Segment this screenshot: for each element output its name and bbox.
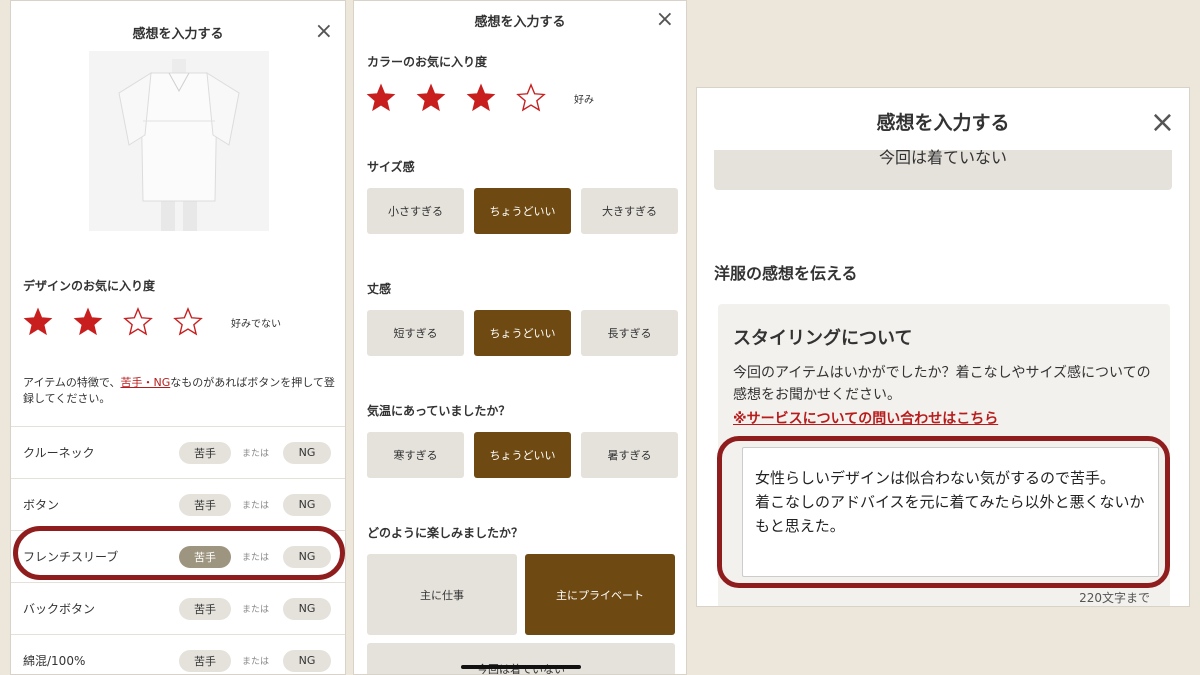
service-inquiry-link[interactable]: ※サービスについての問い合わせはこちら [733, 408, 998, 428]
nigate-button[interactable]: 苦手 [179, 441, 231, 464]
design-rating-label: デザインのお気に入り度 [23, 279, 156, 293]
feature-row: 綿混/100% 苦手 または NG [11, 635, 345, 674]
review-panel-fit: 感想を入力する × カラーのお気に入り度 好み サイズ感 小さすぎる ちょうどいい… [353, 0, 687, 675]
ng-button[interactable]: NG [283, 493, 331, 516]
review-panel-design: 感想を入力する × デザインのお気に入り度 好みでない アイテムの特徴で、苦手・… [10, 0, 346, 675]
home-indicator [461, 665, 581, 669]
length-option-button[interactable]: 長すぎる [581, 310, 678, 356]
not-worn-button[interactable]: 今回は着ていない [367, 643, 675, 674]
close-icon[interactable]: × [656, 9, 674, 31]
length-label: 丈感 [367, 282, 392, 296]
modal-title: 感想を入力する [132, 27, 224, 42]
color-rating-label: カラーのお気に入り度 [367, 55, 488, 69]
or-text: または [242, 501, 270, 511]
styling-card: スタイリングについて 今回のアイテムはいかがでしたか？着こなしやサイズ感について… [718, 304, 1170, 606]
star-filled-icon[interactable] [73, 307, 103, 337]
or-text: または [242, 449, 270, 459]
feature-name: ボタン [23, 498, 60, 512]
star-empty-icon[interactable] [123, 307, 153, 337]
star-filled-icon[interactable] [416, 83, 446, 113]
feature-instruction: アイテムの特徴で、苦手・NGなものがあればボタンを押して登録してください。 [23, 376, 335, 405]
length-option-button[interactable]: ちょうどいい [474, 310, 571, 356]
design-rating-stars: 好みでない [23, 307, 281, 337]
color-rating-stars: 好み [366, 83, 594, 113]
ng-button[interactable]: NG [283, 545, 331, 568]
ng-button[interactable]: NG [283, 441, 331, 464]
modal-title: 感想を入力する [474, 15, 566, 30]
close-icon[interactable]: × [1150, 108, 1175, 138]
size-option-button[interactable]: 小さすぎる [367, 188, 464, 234]
feature-name: 綿混/100% [23, 654, 86, 668]
enjoy-private-button[interactable]: 主にプライベート [525, 554, 675, 635]
feature-row: フレンチスリーブ 苦手 または NG [11, 531, 345, 583]
rating-text: 好みでない [231, 318, 281, 330]
temperature-label: 気温にあっていましたか？ [367, 404, 511, 418]
length-option-button[interactable]: 短すぎる [367, 310, 464, 356]
modal-title: 感想を入力する [876, 112, 1010, 134]
star-empty-icon[interactable] [173, 307, 203, 337]
size-option-button[interactable]: ちょうどいい [474, 188, 571, 234]
size-label: サイズ感 [367, 160, 415, 174]
or-text: または [242, 605, 270, 615]
char-limit: 220文字まで [1079, 591, 1150, 605]
length-options: 短すぎる ちょうどいい 長すぎる [367, 310, 678, 356]
enjoy-label: どのように楽しみましたか？ [367, 526, 524, 540]
card-description: 今回のアイテムはいかがでしたか？着こなしやサイズ感についての感想をお聞かせくださ… [733, 365, 1151, 403]
card-title: スタイリングについて [733, 328, 913, 349]
temperature-option-button[interactable]: 寒すぎる [367, 432, 464, 478]
nigate-ng-link[interactable]: 苦手・NG [120, 376, 170, 389]
star-filled-icon[interactable] [466, 83, 496, 113]
nigate-button[interactable]: 苦手 [179, 597, 231, 620]
comment-textarea[interactable]: 女性らしいデザインは似合わない気がするので苦手。 着こなしのアドバイスを元に着てみ… [742, 447, 1159, 577]
rating-text: 好み [574, 94, 594, 106]
section-title: 洋服の感想を伝える [714, 264, 858, 283]
feature-row: クルーネック 苦手 または NG [11, 427, 345, 479]
feature-list: クルーネック 苦手 または NG ボタン 苦手 または NG フレンチスリーブ 苦手 または NG バッ… [11, 426, 345, 674]
review-panel-comment: 感想を入力する × 今回は着ていない 洋服の感想を伝える スタイリングについて … [696, 87, 1190, 607]
feature-row: バックボタン 苦手 または NG [11, 583, 345, 635]
or-text: または [242, 657, 270, 667]
not-worn-button[interactable]: 今回は着ていない [714, 150, 1172, 190]
temperature-option-button[interactable]: 暑すぎる [581, 432, 678, 478]
nigate-button[interactable]: 苦手 [179, 649, 231, 672]
feature-row: ボタン 苦手 または NG [11, 479, 345, 531]
ng-button[interactable]: NG [283, 597, 331, 620]
temperature-options: 寒すぎる ちょうどいい 暑すぎる [367, 432, 678, 478]
product-image [89, 51, 269, 231]
nigate-button[interactable]: 苦手 [179, 493, 231, 516]
or-text: または [242, 553, 270, 563]
size-option-button[interactable]: 大きすぎる [581, 188, 678, 234]
star-filled-icon[interactable] [366, 83, 396, 113]
ng-button[interactable]: NG [283, 649, 331, 672]
enjoy-work-button[interactable]: 主に仕事 [367, 554, 517, 635]
feature-name: フレンチスリーブ [23, 550, 119, 564]
size-options: 小さすぎる ちょうどいい 大きすぎる [367, 188, 678, 234]
star-empty-icon[interactable] [516, 83, 546, 113]
temperature-option-button[interactable]: ちょうどいい [474, 432, 571, 478]
nigate-button[interactable]: 苦手 [179, 545, 231, 568]
close-icon[interactable]: × [315, 21, 333, 43]
feature-name: バックボタン [23, 602, 96, 616]
star-filled-icon[interactable] [23, 307, 53, 337]
feature-name: クルーネック [23, 446, 95, 460]
